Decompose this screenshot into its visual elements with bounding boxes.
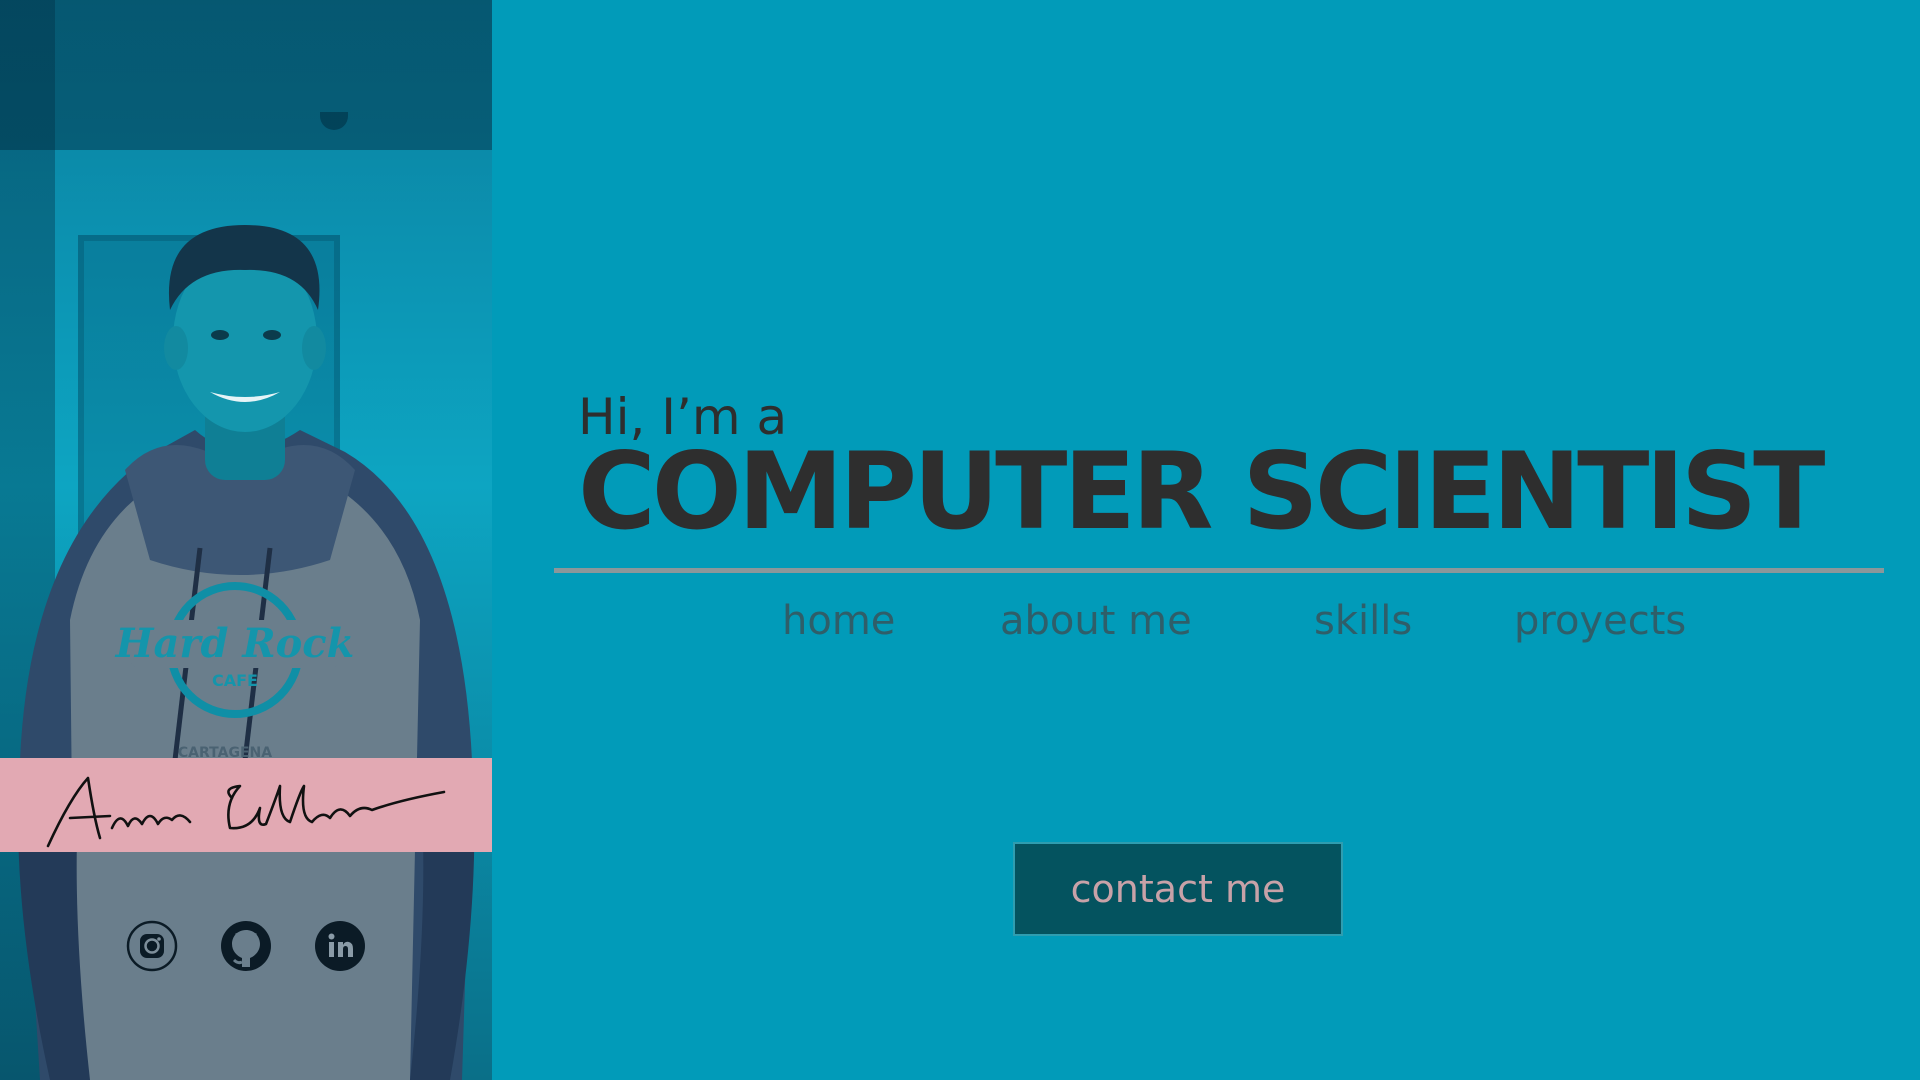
signature bbox=[46, 776, 446, 848]
linkedin-icon[interactable] bbox=[314, 920, 366, 972]
nav-link-proyects[interactable]: proyects bbox=[1514, 598, 1686, 644]
nav-link-home[interactable]: home bbox=[782, 598, 895, 644]
nav-link-skills[interactable]: skills bbox=[1314, 598, 1412, 644]
signature-band bbox=[0, 758, 492, 852]
contact-me-button[interactable]: contact me bbox=[1013, 842, 1343, 936]
social-links bbox=[126, 918, 366, 974]
profile-panel: Hard Rock CAFE CARTAGENA bbox=[0, 0, 492, 1080]
shirt-logo-text: Hard Rock bbox=[115, 620, 355, 667]
main-navigation: home about me skills proyects bbox=[554, 590, 1884, 650]
hero-title: COMPUTER SCIENTIST bbox=[578, 430, 1825, 553]
hero-divider bbox=[554, 568, 1884, 573]
github-icon[interactable] bbox=[220, 920, 272, 972]
instagram-icon[interactable] bbox=[126, 920, 178, 972]
shirt-logo-subtext: CAFE bbox=[212, 671, 258, 690]
nav-link-about-me[interactable]: about me bbox=[1000, 598, 1192, 644]
